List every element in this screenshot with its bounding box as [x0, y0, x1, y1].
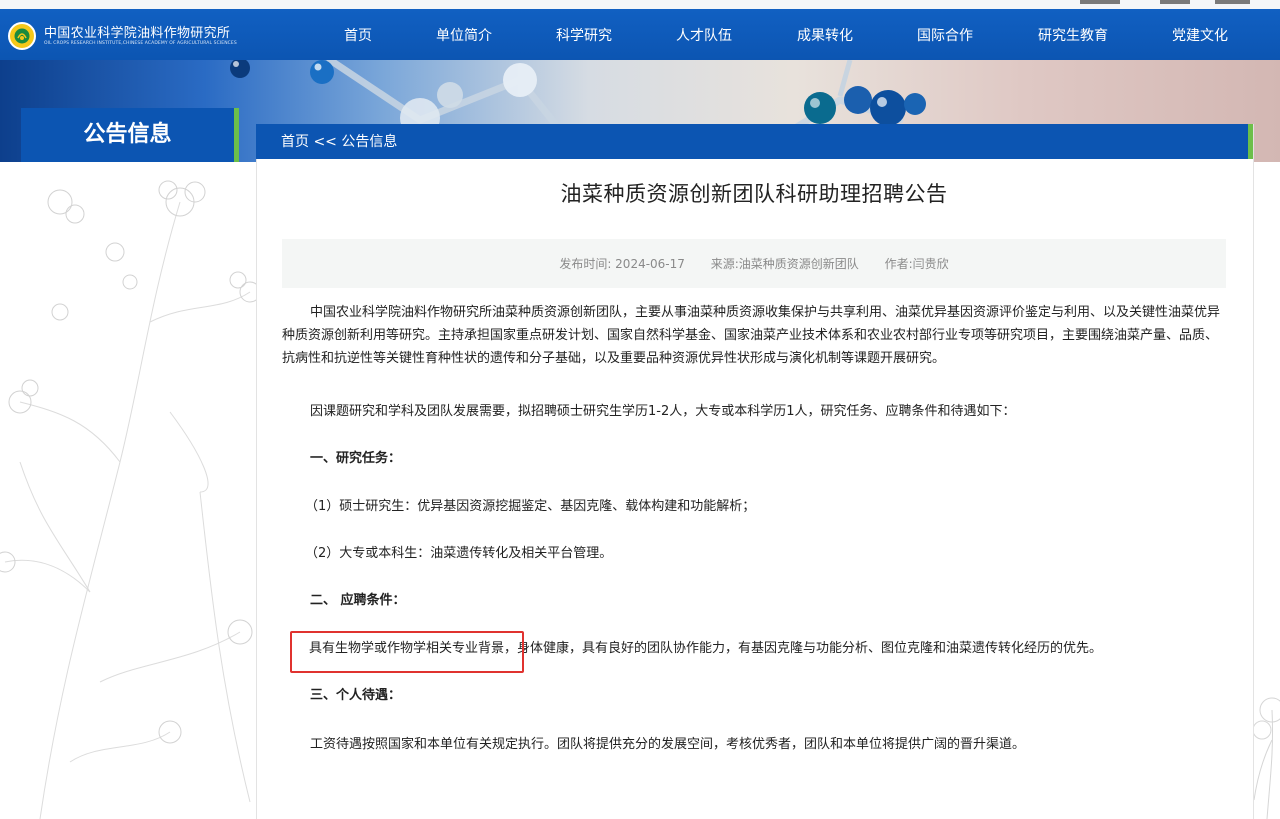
- task-item-undergrad: （2）大专或本科生：油菜遗传转化及相关平台管理。: [305, 546, 613, 561]
- article-title: 油菜种质资源创新团队科研助理招聘公告: [560, 182, 948, 206]
- breadcrumb-current-link[interactable]: 公告信息: [341, 134, 397, 150]
- nav-item-research[interactable]: 科学研究: [556, 9, 612, 60]
- red-highlight-annotation: [290, 631, 524, 673]
- institute-emblem-icon: [8, 22, 36, 50]
- nav-item-talent[interactable]: 人才队伍: [676, 9, 732, 60]
- article-source: 来源:油菜种质资源创新团队: [710, 257, 859, 271]
- nav-item-party[interactable]: 党建文化: [1172, 9, 1228, 60]
- logo-chinese-name: 中国农业科学院油料作物研究所: [44, 25, 231, 41]
- section-heading-benefits: 三、个人待遇：: [310, 688, 402, 703]
- article-meta: 发布时间: 2024-06-17 来源:油菜种质资源创新团队 作者:闫贵欣: [282, 239, 1226, 288]
- top-navbar: 中国农业科学院油料作物研究所 OIL CROPS RESEARCH INSTIT…: [0, 9, 1280, 60]
- recruit-paragraph: 因课题研究和学科及团队发展需要，拟招聘硕士研究生学历1-2人，大专或本科学历1人…: [310, 404, 1016, 419]
- logo-english-name: OIL CROPS RESEARCH INSTITUTE,CHINESE ACA…: [44, 40, 237, 46]
- section-heading-conditions: 二、 应聘条件：: [310, 593, 406, 608]
- publish-date: 发布时间: 2024-06-17: [559, 257, 685, 271]
- site-logo[interactable]: 中国农业科学院油料作物研究所 OIL CROPS RESEARCH INSTIT…: [8, 22, 237, 50]
- article-card: [256, 124, 1254, 819]
- strip-mark: [1160, 0, 1190, 4]
- browser-top-strip: [0, 0, 1280, 9]
- section-heading-tasks: 一、研究任务：: [310, 451, 402, 466]
- benefits-paragraph: 工资待遇按照国家和本单位有关规定执行。团队将提供充分的发展空间，考核优秀者，团队…: [310, 737, 1026, 752]
- intro-paragraph: 中国农业科学院油料作物研究所油菜种质资源创新团队，主要从事油菜种质资源收集保护与…: [282, 305, 1221, 366]
- nav-item-about[interactable]: 单位简介: [436, 9, 492, 60]
- breadcrumb-home-link[interactable]: 首页: [281, 134, 309, 150]
- nav-item-achievements[interactable]: 成果转化: [797, 9, 853, 60]
- sidebar-title: 公告信息: [21, 108, 239, 162]
- page: 中国农业科学院油料作物研究所 OIL CROPS RESEARCH INSTIT…: [0, 0, 1280, 819]
- task-item-master: （1）硕士研究生：优异基因资源挖掘鉴定、基因克隆、载体构建和功能解析；: [305, 499, 756, 514]
- nav-item-home[interactable]: 首页: [344, 9, 372, 60]
- strip-mark: [1080, 0, 1120, 4]
- strip-mark: [1215, 0, 1250, 4]
- nav-item-international[interactable]: 国际合作: [917, 9, 973, 60]
- floral-background-right: [1252, 697, 1280, 819]
- floral-background-left: [0, 180, 256, 819]
- article-author: 作者:闫贵欣: [884, 257, 949, 271]
- breadcrumb: 首页 << 公告信息: [256, 124, 1253, 159]
- nav-item-graduate[interactable]: 研究生教育: [1038, 9, 1108, 60]
- breadcrumb-separator: <<: [309, 134, 342, 150]
